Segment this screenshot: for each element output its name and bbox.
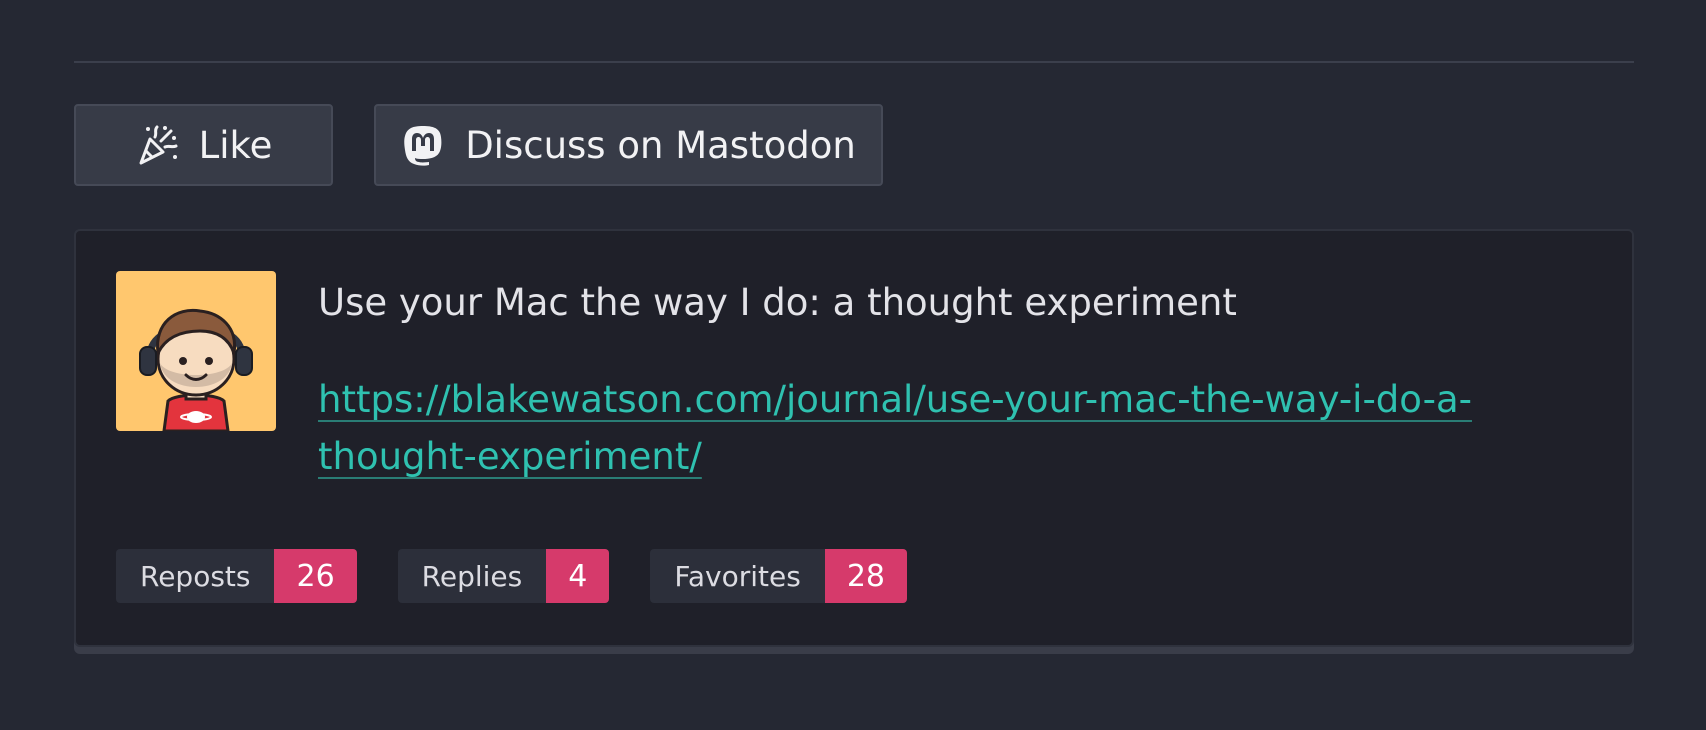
avatar-headphones-illustration <box>116 271 276 431</box>
post-text: Use your Mac the way I do: a thought exp… <box>318 281 1237 324</box>
like-label: Like <box>198 123 273 167</box>
reposts-stat: Reposts 26 <box>116 549 357 603</box>
replies-stat: Replies 4 <box>397 549 610 603</box>
like-button[interactable]: Like <box>74 104 333 186</box>
action-buttons: Like Discuss on Mastodon <box>74 104 883 186</box>
discuss-on-mastodon-button[interactable]: Discuss on Mastodon <box>374 104 883 186</box>
post-stats: Reposts 26 Replies 4 Favorites 28 <box>116 549 908 603</box>
mastodon-icon <box>401 123 445 167</box>
avatar <box>116 271 276 431</box>
reposts-count-badge: 26 <box>274 549 357 603</box>
replies-label: Replies <box>397 549 547 603</box>
mastodon-post-card: Use your Mac the way I do: a thought exp… <box>74 229 1634 647</box>
favorites-label: Favorites <box>650 549 825 603</box>
replies-count-badge: 4 <box>546 549 610 603</box>
reposts-label: Reposts <box>116 549 275 603</box>
discuss-label: Discuss on Mastodon <box>465 123 856 167</box>
post-link-text[interactable]: https://blakewatson.com/journal/use-your… <box>318 378 1472 478</box>
post-link[interactable]: https://blakewatson.com/journal/use-your… <box>318 371 1538 485</box>
favorites-stat: Favorites 28 <box>650 549 908 603</box>
divider <box>74 61 1634 63</box>
party-popper-icon <box>135 123 179 167</box>
favorites-count-badge: 28 <box>824 549 908 603</box>
